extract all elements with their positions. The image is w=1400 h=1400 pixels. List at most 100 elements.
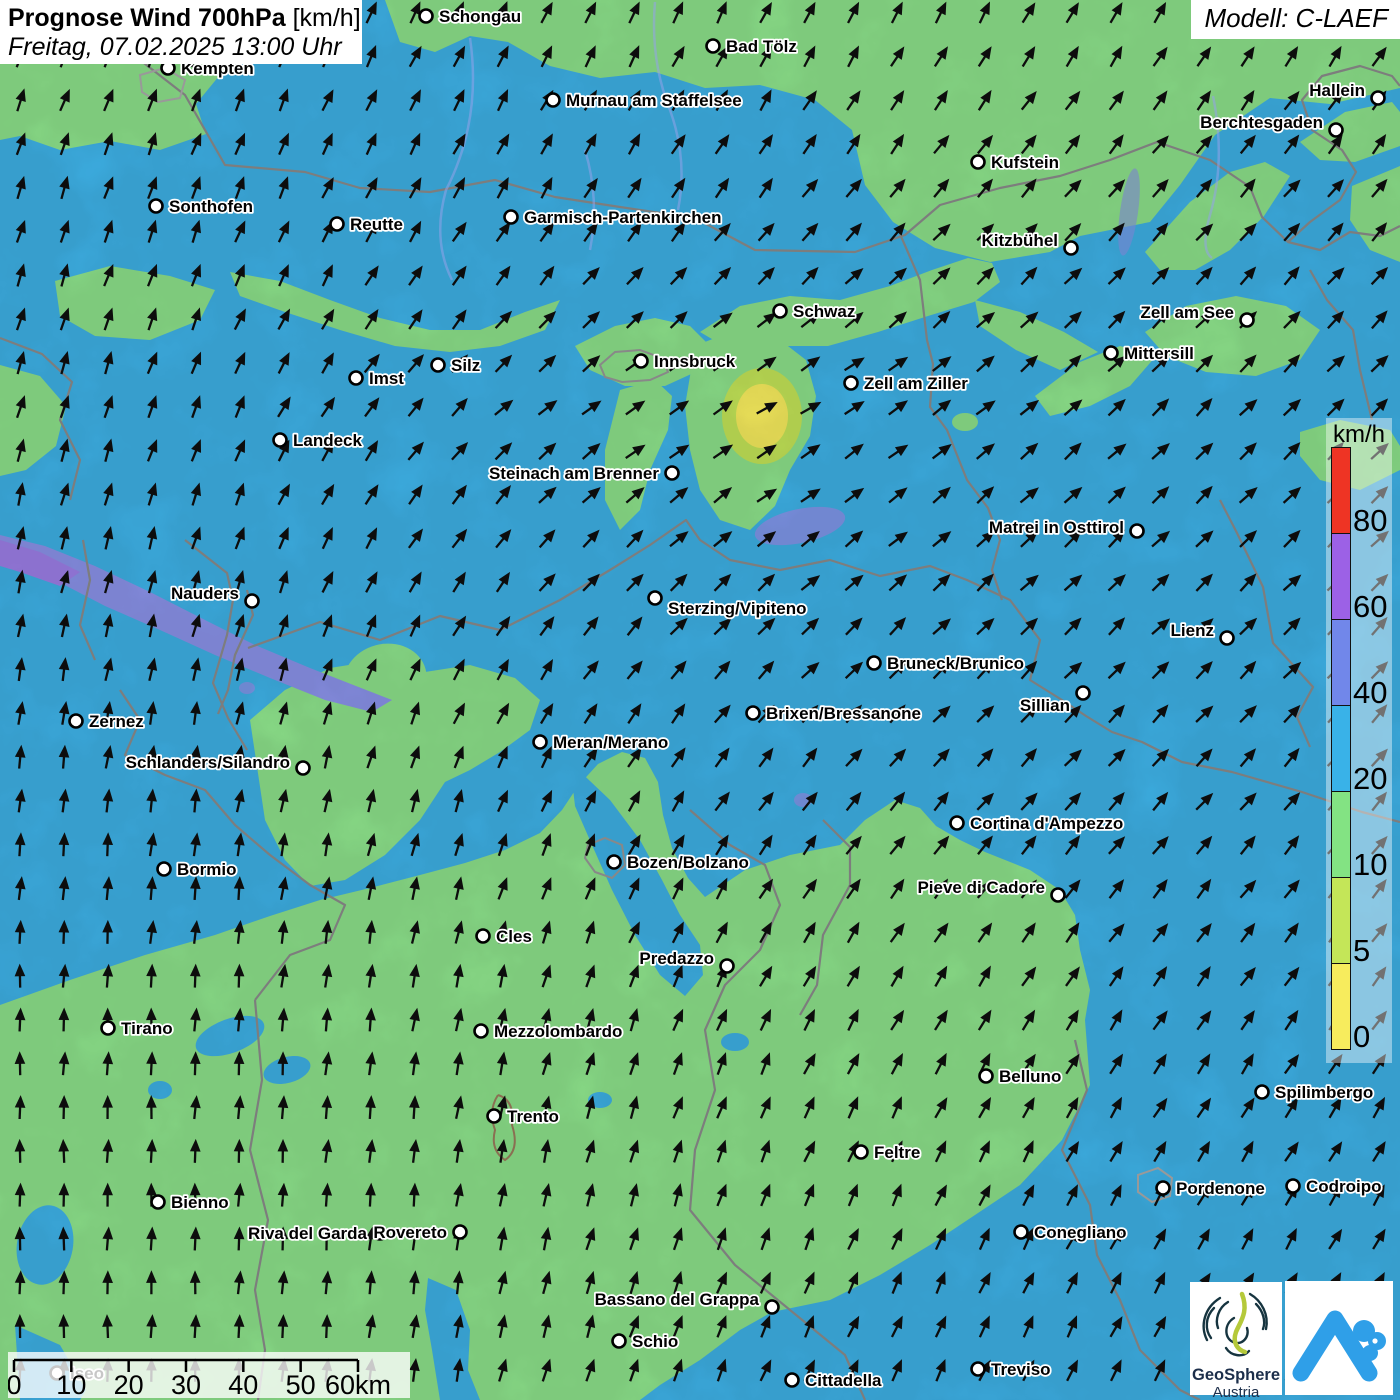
scale-label: 40 bbox=[228, 1370, 258, 1398]
city-marker bbox=[348, 370, 364, 386]
city-label: Mezzolombardo bbox=[494, 1022, 622, 1041]
legend-segment bbox=[1331, 705, 1351, 792]
city: Cles bbox=[475, 925, 534, 948]
city-marker bbox=[329, 216, 345, 232]
city-label: Pieve di Cadore bbox=[917, 878, 1045, 897]
city-label: Sterzing/Vipiteno bbox=[668, 599, 807, 618]
city-label: Cles bbox=[496, 927, 532, 946]
legend-unit: km/h bbox=[1332, 421, 1385, 448]
city: Schlanders/Silandro bbox=[124, 751, 311, 776]
city-marker bbox=[970, 1361, 986, 1377]
city-marker bbox=[606, 854, 622, 870]
city: Imst bbox=[348, 367, 406, 390]
city-marker bbox=[452, 1224, 468, 1240]
city-label: Imst bbox=[369, 369, 404, 388]
city-label: Brixen/Bressanone bbox=[766, 704, 921, 723]
city-label: Spilimbergo bbox=[1275, 1083, 1373, 1102]
legend-segment bbox=[1331, 619, 1351, 706]
city-marker bbox=[1129, 523, 1145, 539]
city-marker bbox=[853, 1144, 869, 1160]
city-marker bbox=[475, 928, 491, 944]
city-marker bbox=[1254, 1084, 1270, 1100]
legend-segment bbox=[1331, 533, 1351, 620]
city: Silz bbox=[430, 354, 482, 377]
city: Zell am Ziller bbox=[843, 372, 970, 395]
city-label: Cittadella bbox=[805, 1371, 882, 1390]
city-marker bbox=[705, 38, 721, 54]
city-marker bbox=[949, 815, 965, 831]
city-label: Sillian bbox=[1020, 696, 1070, 715]
city-label: Conegliano bbox=[1034, 1223, 1127, 1242]
city: Brixen/Bressanone bbox=[745, 702, 923, 725]
geosphere-swirl-icon bbox=[1202, 1291, 1268, 1357]
scale-label: 30 bbox=[171, 1370, 201, 1398]
city-marker bbox=[719, 958, 735, 974]
legend-segment bbox=[1331, 447, 1351, 534]
city-label: Bozen/Bolzano bbox=[627, 853, 749, 872]
city: Steinach am Brenner bbox=[487, 462, 680, 485]
city-label: Predazzo bbox=[639, 949, 714, 968]
city-label: Bad Tölz bbox=[726, 37, 797, 56]
city-marker bbox=[148, 198, 164, 214]
city-marker bbox=[978, 1068, 994, 1084]
legend-tick-label: 10 bbox=[1353, 847, 1388, 882]
city-label: Steinach am Brenner bbox=[489, 464, 659, 483]
city-label: Schio bbox=[632, 1332, 678, 1351]
city-marker bbox=[1370, 90, 1386, 106]
city-label: Feltre bbox=[874, 1143, 920, 1162]
city-label: Rovereto bbox=[373, 1223, 447, 1242]
city-label: Schongau bbox=[439, 7, 521, 26]
scale-label: 50 bbox=[286, 1370, 316, 1398]
city-marker bbox=[100, 1020, 116, 1036]
city-label: Garmisch-Partenkirchen bbox=[524, 208, 721, 227]
city-marker bbox=[532, 734, 548, 750]
city: Bozen/Bolzano bbox=[606, 851, 751, 874]
city-label: Bassano del Grappa bbox=[595, 1290, 760, 1309]
city-label: Murnau am Staffelsee bbox=[566, 91, 742, 110]
city-label: Kufstein bbox=[991, 153, 1059, 172]
mountain-cloud-logo bbox=[1285, 1281, 1393, 1395]
city-label: Meran/Merano bbox=[553, 733, 668, 752]
mountain-cloud-icon bbox=[1292, 1310, 1386, 1382]
city-marker bbox=[486, 1108, 502, 1124]
city-marker bbox=[430, 357, 446, 373]
city-marker bbox=[843, 375, 859, 391]
city-label: Schwaz bbox=[793, 302, 855, 321]
city-marker bbox=[633, 353, 649, 369]
city-label: Innsbruck bbox=[654, 352, 736, 371]
legend-tick-label: 60 bbox=[1353, 589, 1388, 624]
city-marker bbox=[647, 590, 663, 606]
city-label: Mittersill bbox=[1124, 344, 1194, 363]
city-marker bbox=[1075, 685, 1091, 701]
legend-tick-label: 80 bbox=[1353, 503, 1388, 538]
city-label: Bormio bbox=[177, 860, 237, 879]
city-label: Sonthofen bbox=[169, 197, 253, 216]
city: Mezzolombardo bbox=[473, 1020, 624, 1043]
city-label: Zell am Ziller bbox=[864, 374, 968, 393]
city-marker bbox=[418, 8, 434, 24]
city-label: Tirano bbox=[121, 1019, 173, 1038]
city-marker bbox=[970, 154, 986, 170]
scale-label: 60km bbox=[325, 1370, 391, 1398]
legend-segment bbox=[1331, 791, 1351, 878]
city-marker bbox=[1050, 887, 1066, 903]
title-text: Prognose Wind 700hPa bbox=[8, 4, 286, 32]
legend-tick-label: 0 bbox=[1353, 1019, 1371, 1054]
legend-segment bbox=[1331, 963, 1351, 1050]
legend-tick-label: 5 bbox=[1353, 933, 1371, 968]
city-label: Trento bbox=[507, 1107, 559, 1126]
city-marker bbox=[664, 465, 680, 481]
geosphere-country: Austria bbox=[1212, 1384, 1260, 1400]
city-label: Treviso bbox=[991, 1360, 1051, 1379]
city-marker bbox=[1013, 1224, 1029, 1240]
city-label: Pordenone bbox=[1176, 1179, 1265, 1198]
geosphere-name: GeoSphere bbox=[1191, 1366, 1281, 1384]
city-label: Kitzbühel bbox=[982, 231, 1059, 250]
model-label: Modell: C-LAEF bbox=[1190, 0, 1400, 39]
city: Matrei in Osttirol bbox=[987, 516, 1145, 539]
city-label: Schlanders/Silandro bbox=[126, 753, 290, 772]
city-label: Nauders bbox=[171, 584, 239, 603]
city-marker bbox=[1219, 630, 1235, 646]
city-label: Riva del Garda bbox=[248, 1224, 368, 1243]
title-unit: [km/h] bbox=[285, 4, 361, 32]
